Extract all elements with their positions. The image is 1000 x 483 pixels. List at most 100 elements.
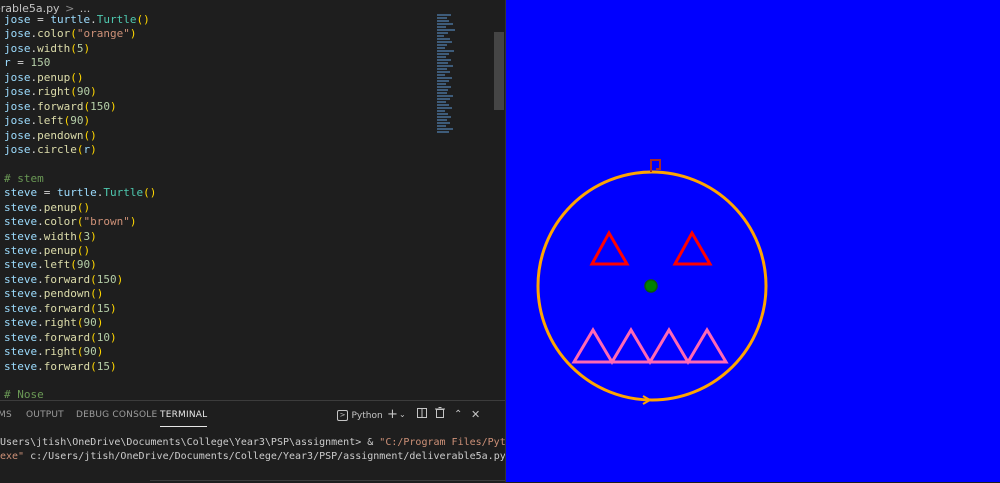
code-line[interactable]: steve.forward(15): [4, 302, 434, 316]
minimap-row: [437, 65, 453, 67]
code-line[interactable]: steve.width(3): [4, 230, 434, 244]
code-token: .: [37, 215, 44, 229]
code-token: "orange": [76, 27, 130, 41]
terminal-shell-selector[interactable]: > Python: [337, 406, 383, 425]
code-token: (: [70, 27, 77, 41]
minimap-row: [437, 107, 452, 109]
code-token: forward: [43, 301, 91, 315]
code-token: right: [43, 345, 77, 359]
code-token: (: [90, 301, 97, 315]
code-token: =: [30, 13, 51, 26]
code-line[interactable]: jose.penup(): [4, 71, 434, 85]
minimap-row: [437, 59, 451, 61]
code-line[interactable]: steve.pendown(): [4, 287, 434, 301]
code-token: jose: [4, 128, 31, 142]
code-token: ): [109, 330, 117, 344]
code-token: 15: [96, 359, 110, 373]
code-token: turtle: [57, 186, 97, 200]
code-token: 90: [83, 316, 97, 330]
code-token: 150: [96, 272, 117, 286]
minimap-row: [437, 44, 447, 46]
code-token: jose: [4, 13, 31, 26]
minimap-row: [437, 92, 447, 94]
code-line[interactable]: steve.right(90): [4, 345, 434, 359]
terminal-line2-str: exe": [0, 451, 25, 462]
code-token: ): [83, 114, 91, 128]
code-line[interactable]: [4, 157, 434, 171]
code-line[interactable]: steve.penup(): [4, 244, 434, 258]
code-token: steve: [4, 186, 38, 200]
code-token: jose: [4, 41, 31, 55]
code-line[interactable]: jose.right(90): [4, 85, 434, 99]
minimap[interactable]: [437, 14, 461, 174]
code-line[interactable]: steve = turtle.Turtle(): [4, 186, 434, 200]
new-terminal-icon[interactable]: +: [387, 406, 398, 424]
minimap-row: [437, 41, 452, 43]
code-token: 10: [96, 330, 110, 344]
code-line[interactable]: steve.forward(150): [4, 273, 434, 287]
code-token: .: [37, 301, 44, 315]
code-token: .: [37, 316, 44, 330]
code-line[interactable]: # stem: [4, 172, 434, 186]
split-terminal-icon[interactable]: [417, 406, 427, 424]
code-token: (: [76, 345, 84, 359]
terminal-output[interactable]: Users\jtish\OneDrive\Documents\College\Y…: [0, 436, 548, 464]
code-token: (: [90, 330, 97, 344]
code-line[interactable]: steve.penup(): [4, 201, 434, 215]
code-line[interactable]: steve.forward(10): [4, 331, 434, 345]
minimap-row: [437, 89, 448, 91]
code-line[interactable]: steve.left(90): [4, 258, 434, 272]
minimap-row: [437, 38, 450, 40]
code-lines[interactable]: jose = turtle.Turtle() jose.color("orange…: [4, 13, 434, 400]
code-token: (: [76, 215, 84, 229]
tab-problems[interactable]: MS: [0, 407, 12, 423]
code-token: .: [37, 200, 44, 214]
code-line[interactable]: jose.color("orange"): [4, 27, 434, 41]
minimap-row: [437, 47, 445, 49]
code-line[interactable]: jose.forward(150): [4, 100, 434, 114]
code-token: steve: [4, 301, 38, 315]
chevron-down-icon[interactable]: ⌄: [399, 406, 406, 424]
minimap-row: [437, 23, 453, 25]
terminal-divider: [150, 480, 505, 481]
code-line[interactable]: # Nose: [4, 388, 434, 400]
code-editor[interactable]: erable5a.py > ... jose = turtle.Turtle()…: [0, 0, 505, 400]
code-token: ): [109, 359, 117, 373]
editor-scrollbar[interactable]: [494, 32, 504, 110]
minimap-row: [437, 32, 448, 34]
minimap-row: [437, 125, 446, 127]
stem-shape: [650, 159, 661, 172]
code-token: left: [43, 258, 71, 272]
code-line[interactable]: jose.pendown(): [4, 129, 434, 143]
code-line[interactable]: jose.width(5): [4, 42, 434, 56]
code-token: 150: [90, 99, 110, 113]
code-line[interactable]: steve.right(90): [4, 316, 434, 330]
code-line[interactable]: steve.forward(15): [4, 360, 434, 374]
code-token: .: [37, 244, 44, 257]
code-token: 90: [76, 85, 91, 99]
tab-debug-console[interactable]: DEBUG CONSOLE: [76, 407, 157, 423]
code-line[interactable]: jose = turtle.Turtle(): [4, 13, 434, 27]
minimap-row: [437, 86, 451, 88]
code-token: (: [90, 272, 97, 286]
code-token: .: [37, 272, 44, 286]
close-panel-icon[interactable]: ✕: [471, 406, 480, 424]
code-line[interactable]: steve.color("brown"): [4, 215, 434, 229]
maximize-panel-icon[interactable]: ⌃: [454, 406, 462, 424]
minimap-row: [437, 26, 446, 28]
code-token: penup: [37, 70, 71, 84]
code-line[interactable]: [4, 374, 434, 388]
code-token: (: [70, 258, 77, 272]
code-line[interactable]: jose.left(90): [4, 114, 434, 128]
minimap-row: [437, 56, 446, 58]
code-token: (): [76, 244, 91, 257]
code-token: Turtle: [96, 13, 137, 26]
code-token: steve: [4, 272, 38, 286]
trash-icon[interactable]: [435, 406, 445, 424]
code-line[interactable]: r = 150: [4, 56, 434, 70]
code-token: .: [37, 345, 44, 359]
code-line[interactable]: jose.circle(r): [4, 143, 434, 157]
tab-terminal[interactable]: TERMINAL: [160, 407, 208, 427]
teeth-zigzag: [571, 327, 729, 365]
tab-output[interactable]: OUTPUT: [26, 407, 64, 423]
